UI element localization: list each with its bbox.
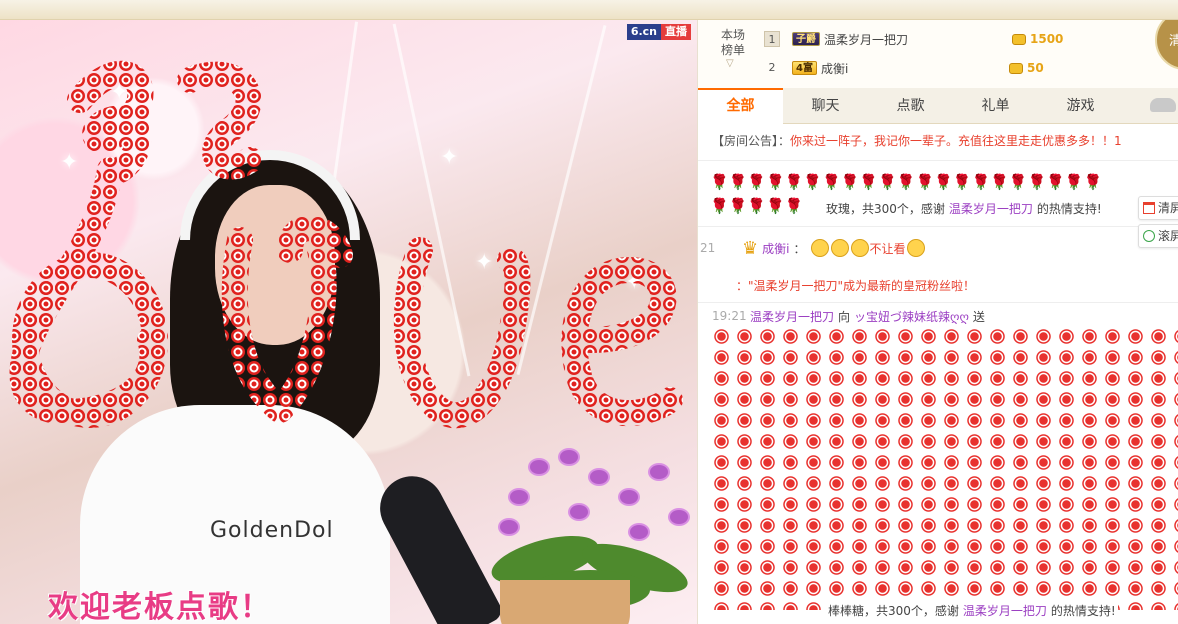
divider [698, 226, 1178, 227]
tab-song-request[interactable]: 点歌 [868, 88, 953, 124]
wall-decoration [392, 23, 471, 377]
rank-number: 1 [764, 31, 780, 47]
candy-gift-message: 棒棒糖，共300个，感谢 温柔岁月一把刀 的热情支持! [826, 602, 1118, 619]
star-light: ✦ [475, 250, 494, 275]
streamer-face [215, 185, 335, 345]
gift-text: 的热情支持! [1036, 202, 1102, 216]
wall-decoration [516, 24, 607, 376]
gift-text: 玫瑰，共300个，感谢 [826, 202, 945, 216]
gift-username[interactable]: 温柔岁月一把刀 [963, 602, 1047, 619]
message-time: 21 [700, 241, 716, 255]
tab-chat[interactable]: 聊天 [783, 88, 868, 124]
ranking-row[interactable]: 2 4富 成衡i 50 [764, 57, 1144, 79]
gift-text: 棒棒糖，共300个，感谢 [828, 604, 959, 618]
chat-messages[interactable]: 【房间公告】：你来过一阵子，我记你一辈子。充值往这里走走优惠多多！！1 🌹🌹🌹🌹… [698, 124, 1178, 624]
message-action: 送 [972, 309, 985, 324]
coin-amount: 1500 [1030, 32, 1064, 46]
live-label: 直播 [661, 24, 691, 40]
divider [698, 302, 1178, 303]
rose-gift-message: 玫瑰，共300个，感谢 温柔岁月一把刀 的热情支持! [826, 200, 1102, 217]
coin-amount: 50 [1026, 61, 1044, 75]
ranking-coins: 1500 [1012, 32, 1063, 46]
receiver-username[interactable]: ッ宝妞づ辣妹纸辣ღღ [854, 308, 969, 325]
message-time: 19:21 [712, 309, 747, 323]
star-light: ✦ [110, 80, 129, 105]
coin-icon [1008, 63, 1023, 74]
scroll-screen-label: 滚屏 [1158, 229, 1178, 243]
rank-number: 2 [768, 61, 776, 74]
star-light: ✦ [625, 270, 644, 295]
emoticon-icon [850, 239, 869, 257]
gift-text: 的热情支持! [1050, 604, 1116, 618]
session-ranking: 本场榜单 ▽ 1 子爵 温柔岁月一把刀 1500 2 4富 成衡i 50 清 [698, 20, 1178, 88]
coin-icon [1012, 34, 1026, 45]
message-verb: 向 [838, 309, 851, 324]
welcome-caption: 欢迎老板点歌！ [48, 590, 272, 624]
sender-username[interactable]: 温柔岁月一把刀 [750, 308, 834, 325]
message-prefix: ： [736, 278, 749, 293]
site-live-badge: 6.cn 直播 [626, 24, 691, 40]
message-username[interactable]: 成衡i [762, 240, 789, 257]
level-badge: 4富 [792, 61, 817, 75]
tab-all[interactable]: 全部 [698, 88, 783, 124]
ranking-title[interactable]: 本场榜单 [716, 28, 750, 58]
check-icon [1143, 230, 1155, 242]
chat-panel: 本场榜单 ▽ 1 子爵 温柔岁月一把刀 1500 2 4富 成衡i 50 清 全… [697, 20, 1178, 624]
divider [698, 160, 1178, 161]
message-text: "温柔岁月一把刀"成为最新的皇冠粉丝啦！ [748, 278, 976, 293]
live-video[interactable]: ✦ ✦ ✦ ✦ ✦ GoldenDol 6.cn 直播 欢迎老板点歌！ [0, 20, 697, 624]
rose-gift-row: 🌹🌹🌹🌹🌹 [710, 197, 804, 215]
flower-pot [500, 580, 630, 624]
tab-games[interactable]: 游戏 [1038, 88, 1123, 124]
ranking-row[interactable]: 1 子爵 温柔岁月一把刀 1500 [764, 28, 1144, 50]
rose-gift-row: 🌹🌹🌹🌹🌹🌹🌹🌹🌹🌹🌹🌹🌹🌹🌹🌹🌹🌹🌹🌹🌹 [710, 173, 1103, 191]
shirt-print: GoldenDol [210, 518, 334, 543]
star-light: ✦ [440, 145, 459, 170]
message-text: 不让看 [869, 241, 906, 256]
avatar[interactable]: 清 [1155, 20, 1178, 70]
chat-message: 21 ♛ 成衡i ： 不让看 [698, 236, 1178, 260]
ranking-username[interactable]: 温柔岁月一把刀 [824, 31, 1004, 48]
star-light: ✦ [60, 150, 79, 175]
chevron-down-icon[interactable]: ▽ [726, 58, 734, 69]
emoticon-icon [810, 239, 829, 257]
announcement-tag: 【房间公告】： [712, 134, 791, 148]
clear-screen-label: 清屏 [1158, 201, 1178, 215]
trash-icon [1143, 202, 1155, 214]
lollipop-gift-grid [710, 326, 1178, 610]
site-logo: 6.cn [626, 24, 661, 40]
ranking-username[interactable]: 成衡i [821, 60, 1001, 77]
emoticon-icon [906, 239, 925, 257]
chat-tabs: 全部 聊天 点歌 礼单 游戏 [698, 88, 1178, 124]
scroll-screen-button[interactable]: 滚屏 [1138, 224, 1178, 248]
crown-icon: ♛ [742, 237, 759, 259]
announcement-text: 你来过一阵子，我记你一辈子。充值往这里走走优惠多多！！1 [790, 134, 1122, 148]
tab-gift-list[interactable]: 礼单 [953, 88, 1038, 124]
level-badge: 子爵 [792, 32, 820, 46]
system-message: ： "温柔岁月一把刀"成为最新的皇冠粉丝啦！ [698, 276, 1178, 294]
room-announcement: 【房间公告】：你来过一阵子，我记你一辈子。充值往这里走走优惠多多！！1 [712, 132, 1172, 150]
car-icon[interactable] [1150, 98, 1176, 112]
top-bar [0, 0, 1178, 20]
gift-send-message: 19:21 温柔岁月一把刀 向 ッ宝妞づ辣妹纸辣ღღ 送 [698, 306, 1178, 326]
emoticon-icon [830, 239, 849, 257]
ranking-coins: 50 [1008, 61, 1044, 75]
clear-screen-button[interactable]: 清屏 [1138, 196, 1178, 220]
gift-username[interactable]: 温柔岁月一把刀 [949, 200, 1033, 217]
